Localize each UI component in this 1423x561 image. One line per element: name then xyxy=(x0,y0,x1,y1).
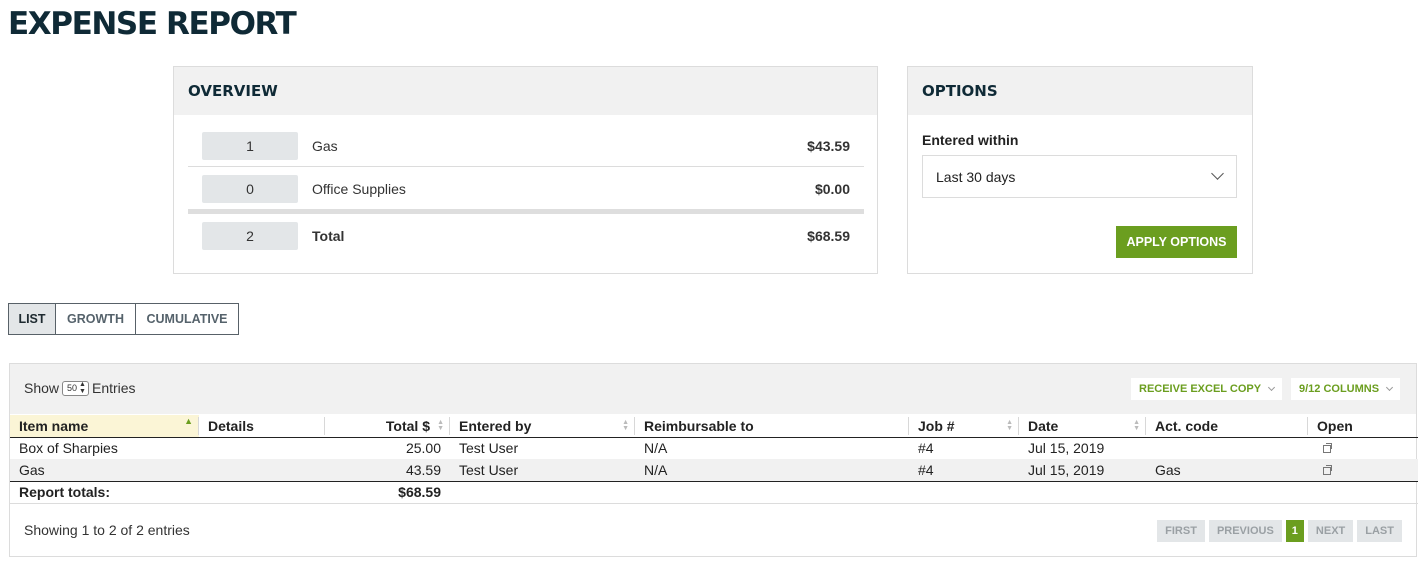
overview-panel: OVERVIEW 1 Gas $43.59 0 Office Supplies … xyxy=(173,66,878,274)
cell-open xyxy=(1308,437,1418,459)
column-header-entered-by[interactable]: Entered by ▲ ▼ xyxy=(450,415,635,438)
sort-icon: ▲ ▼ xyxy=(1133,419,1140,432)
tab-cumulative[interactable]: CUMULATIVE xyxy=(135,303,239,335)
pagination-last[interactable]: LAST xyxy=(1357,520,1402,542)
pagination-first[interactable]: FIRST xyxy=(1157,520,1205,542)
column-header-label: Details xyxy=(208,417,254,434)
report-totals-label: Report totals: xyxy=(10,480,199,504)
entries-label: Entries xyxy=(91,380,136,396)
column-header-label: Item name xyxy=(19,417,89,434)
column-header-act-code[interactable]: Act. code xyxy=(1146,415,1308,438)
page-length-select[interactable]: 50 ▲ ▼ xyxy=(62,380,89,396)
column-header-label: Reimbursable to xyxy=(644,417,754,434)
pagination-previous[interactable]: PREVIOUS xyxy=(1208,520,1282,542)
sort-icon: ▲ ▼ xyxy=(622,419,629,432)
chevron-down-icon xyxy=(1386,383,1394,392)
cell-item-name: Gas xyxy=(10,459,199,481)
overview-label: Office Supplies xyxy=(312,180,406,197)
columns-toggle-label: 9/12 COLUMNS xyxy=(1299,383,1380,395)
column-header-open[interactable]: Open xyxy=(1308,415,1418,438)
cell-total: 43.59 xyxy=(325,459,450,481)
column-header-label: Job # xyxy=(918,417,955,434)
table-row[interactable]: Box of Sharpies 25.00 Test User N/A #4 J… xyxy=(10,437,1418,459)
cell-act-code xyxy=(1146,437,1308,459)
cell-date: Jul 15, 2019 xyxy=(1028,440,1105,457)
chevron-down-icon xyxy=(1211,167,1224,180)
overview-amount: $0.00 xyxy=(814,180,850,197)
table-row[interactable]: Gas 43.59 Test User N/A #4 Jul 15, 2019 … xyxy=(10,459,1418,481)
report-totals-row: Report totals: $68.59 xyxy=(10,480,1418,504)
table-header-row: Item name ▲ Details Total $ ▲ ▼ Entered by ▲… xyxy=(10,415,1418,438)
expense-table-card: Show 50 ▲ ▼ Entries RECEIVE EXCEL COPY 9/… xyxy=(9,363,1418,557)
columns-toggle-button[interactable]: 9/12 COLUMNS xyxy=(1291,378,1401,400)
pagination-next[interactable]: NEXT xyxy=(1307,520,1354,542)
overview-count: 1 xyxy=(202,131,298,160)
column-header-date[interactable]: Date ▲ ▼ xyxy=(1019,415,1146,438)
column-header-label: Act. code xyxy=(1155,417,1219,434)
overview-row-total: 2 Total $68.59 xyxy=(188,214,864,257)
receive-excel-copy-button[interactable]: RECEIVE EXCEL COPY xyxy=(1131,378,1283,400)
cell-item-name: Box of Sharpies xyxy=(19,440,118,457)
external-link-icon[interactable] xyxy=(1323,464,1332,475)
cell-reimbursable-to: N/A xyxy=(635,459,909,481)
apply-options-button[interactable]: APPLY OPTIONS xyxy=(1116,226,1237,258)
overview-count: 0 xyxy=(202,174,298,203)
column-header-label: Open xyxy=(1317,417,1353,434)
show-label: Show xyxy=(24,380,60,396)
entered-within-value: Last 30 days xyxy=(936,168,1016,185)
cell-job-link[interactable]: #4 xyxy=(909,437,1019,459)
column-header-details[interactable]: Details xyxy=(199,415,325,438)
column-header-job[interactable]: Job # ▲ ▼ xyxy=(909,415,1019,438)
sort-icon: ▲ ▼ xyxy=(1006,419,1013,432)
cell-open xyxy=(1308,459,1418,481)
chevron-down-icon xyxy=(1268,383,1276,392)
entered-within-label: Entered within xyxy=(922,132,1019,148)
report-totals-value: $68.59 xyxy=(325,480,450,504)
overview-row-office-supplies: 0 Office Supplies $0.00 xyxy=(188,167,864,210)
overview-row-gas: 1 Gas $43.59 xyxy=(188,124,864,167)
options-title: OPTIONS xyxy=(908,67,1252,115)
pagination: FIRST PREVIOUS 1 NEXT LAST xyxy=(1153,520,1402,542)
overview-label: Gas xyxy=(312,137,338,154)
options-panel: OPTIONS Entered within Last 30 days APPL… xyxy=(907,66,1253,274)
column-header-total[interactable]: Total $ ▲ ▼ xyxy=(325,415,450,438)
expense-table: Item name ▲ Details Total $ ▲ ▼ Entered by ▲… xyxy=(10,415,1418,504)
cell-entered-by: Test User xyxy=(459,440,519,457)
receive-excel-copy-label: RECEIVE EXCEL COPY xyxy=(1139,383,1262,395)
overview-amount: $43.59 xyxy=(807,137,850,154)
column-header-label: Date xyxy=(1028,417,1059,434)
overview-total-amount: $68.59 xyxy=(807,227,850,244)
tab-growth[interactable]: GROWTH xyxy=(55,303,136,335)
external-link-icon[interactable] xyxy=(1323,443,1332,454)
overview-title: OVERVIEW xyxy=(174,67,877,115)
overview-total-label: Total xyxy=(312,227,345,244)
page-title: EXPENSE REPORT xyxy=(8,6,297,42)
cell-date: Jul 15, 2019 xyxy=(1019,459,1146,481)
cell-job-link[interactable]: #4 xyxy=(909,459,1019,481)
column-header-item-name[interactable]: Item name ▲ xyxy=(10,415,199,438)
cell-act-code: Gas xyxy=(1146,459,1308,481)
cell-details xyxy=(199,437,325,459)
column-header-label: Total $ xyxy=(385,417,430,434)
tab-list[interactable]: LIST xyxy=(8,303,56,335)
column-header-reimbursable-to[interactable]: Reimbursable to xyxy=(635,415,909,438)
page-length-value: 50 xyxy=(67,383,78,393)
cell-details xyxy=(199,459,325,481)
table-info: Showing 1 to 2 of 2 entries xyxy=(24,522,190,538)
entered-within-select[interactable]: Last 30 days xyxy=(922,155,1237,198)
sort-icon: ▲ ▼ xyxy=(437,419,444,432)
pagination-page-current[interactable]: 1 xyxy=(1285,520,1304,542)
page-length-control: Show 50 ▲ ▼ Entries xyxy=(24,380,136,396)
column-header-label: Entered by xyxy=(459,417,532,434)
cell-total: 25.00 xyxy=(405,440,441,457)
cell-entered-by: Test User xyxy=(450,459,635,481)
stepper-icon: ▲ ▼ xyxy=(79,381,86,395)
table-toolbar: Show 50 ▲ ▼ Entries RECEIVE EXCEL COPY 9/… xyxy=(10,364,1416,414)
view-tabs: LIST GROWTH CUMULATIVE xyxy=(8,303,239,335)
overview-total-count: 2 xyxy=(202,221,298,250)
cell-reimbursable-to: N/A xyxy=(644,440,668,457)
sort-ascending-icon: ▲ xyxy=(184,416,193,426)
